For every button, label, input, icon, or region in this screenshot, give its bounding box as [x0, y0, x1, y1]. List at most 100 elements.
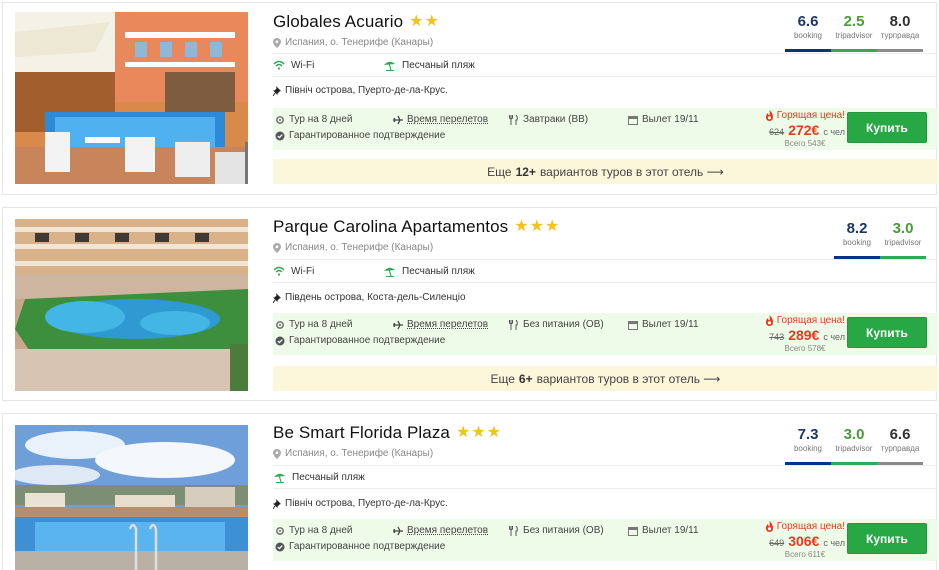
hotel-title-row: Be Smart Florida Plaza ★ ★ ★: [273, 423, 501, 443]
check-circle-icon: [275, 336, 285, 345]
hotel-title-row: Parque Carolina Apartamentos ★ ★ ★: [273, 217, 559, 237]
hotel-name[interactable]: Parque Carolina Apartamentos: [273, 217, 508, 237]
flight-times[interactable]: Время перелетов: [393, 114, 488, 125]
region-text: Північ острова, Пуерто-де-ла-Крус.: [285, 498, 448, 509]
hotel-card: Be Smart Florida Plaza ★ ★ ★ Испания, о.…: [2, 413, 938, 570]
beach-umbrella-icon: [274, 473, 285, 483]
star-icon: ★: [471, 424, 486, 441]
ratings: 8.2 booking 3.0 tripadvisor: [834, 219, 926, 259]
rating-booking[interactable]: 8.2 booking: [834, 219, 880, 259]
rating-source: турправда: [880, 444, 920, 453]
buy-button[interactable]: Купить: [847, 523, 927, 554]
hot-price-text: Горящая цена!: [776, 110, 845, 121]
tour-offer: Тур на 8 дней Время перелетов Без питани…: [273, 519, 938, 561]
guarantee: Гарантированное подтверждение: [275, 335, 445, 346]
hotel-name[interactable]: Globales Acuario: [273, 12, 403, 32]
guarantee-text: Гарантированное подтверждение: [289, 335, 446, 346]
more-suffix: вариантов туров в этот отель ⟶: [539, 164, 724, 179]
new-price: 289€: [788, 327, 820, 343]
price-box: Горящая цена! 624 272€ с чел Всего 543€: [755, 110, 845, 148]
flight-times[interactable]: Время перелетов: [393, 525, 488, 536]
location-text: Испания, о. Тенерифе (Канары): [285, 37, 434, 48]
cutlery-icon: [509, 114, 518, 125]
cutlery-icon: [509, 319, 518, 330]
old-price: 624: [769, 127, 785, 137]
more-count: 6+: [518, 371, 533, 386]
cutlery-icon: [509, 525, 518, 536]
calendar-icon: [628, 526, 638, 536]
flame-icon: [765, 315, 773, 326]
buy-button[interactable]: Купить: [847, 112, 927, 143]
rating-score: 8.2: [846, 220, 868, 237]
tour-duration: Тур на 8 дней: [275, 319, 352, 330]
beach-umbrella-icon: [384, 61, 395, 71]
rating-turpravda[interactable]: 6.6 турправда: [877, 425, 923, 465]
flight-times-link[interactable]: Время перелетов: [407, 114, 488, 125]
more-suffix: вариантов туров в этот отель ⟶: [536, 371, 721, 386]
old-price: 743: [769, 332, 785, 342]
amenity-wifi: Wi-Fi: [273, 266, 314, 277]
rating-tripadvisor[interactable]: 3.0 tripadvisor: [880, 219, 926, 259]
pushpin-icon: [273, 85, 281, 96]
amenity-wifi: Wi-Fi: [273, 60, 314, 71]
location-text: Испания, о. Тенерифе (Канары): [285, 242, 434, 253]
rating-turpravda[interactable]: 8.0 турправда: [877, 12, 923, 52]
rating-source: booking: [793, 444, 823, 453]
rating-booking[interactable]: 6.6 booking: [785, 12, 831, 52]
hotel-name[interactable]: Be Smart Florida Plaza: [273, 423, 450, 443]
beach-umbrella-icon: [384, 267, 395, 277]
departure-text: Вылет 19/11: [642, 319, 699, 330]
tour-duration: Тур на 8 дней: [275, 114, 352, 125]
buy-button[interactable]: Купить: [847, 317, 927, 348]
rating-score: 3.0: [892, 220, 914, 237]
pushpin-icon: [273, 498, 281, 509]
meal-plan: Завтраки (BB): [509, 114, 588, 125]
flight-times-link[interactable]: Время перелетов: [407, 525, 488, 536]
location-pin-icon: [273, 448, 281, 459]
hotel-region: Північ острова, Пуерто-де-ла-Крус.: [273, 85, 448, 96]
more-tours-link[interactable]: Еще 12+ вариантов туров в этот отель ⟶: [273, 159, 938, 184]
hot-price-label: Горящая цена!: [755, 521, 845, 532]
rating-tripadvisor[interactable]: 3.0 tripadvisor: [831, 425, 877, 465]
flight-times-link[interactable]: Время перелетов: [407, 319, 488, 330]
star-icon: ★: [486, 424, 502, 441]
rating-source: tripadvisor: [835, 444, 873, 453]
star-icon: ★: [424, 13, 439, 30]
hot-price-text: Горящая цена!: [776, 521, 845, 532]
wifi-icon: [273, 266, 285, 276]
more-tours-link[interactable]: Еще 6+ вариантов туров в этот отель ⟶: [273, 366, 938, 391]
guarantee-text: Гарантированное подтверждение: [289, 541, 446, 552]
rating-booking[interactable]: 7.3 booking: [785, 425, 831, 465]
ratings: 6.6 booking 2.5 tripadvisor 8.0 турправд…: [785, 12, 923, 52]
star-icon: ★: [544, 218, 560, 235]
meal-plan: Без питания (OB): [509, 319, 604, 330]
hot-price-label: Горящая цена!: [755, 315, 845, 326]
amenity-label: Песчаный пляж: [292, 471, 365, 483]
more-prefix: Еще: [490, 371, 515, 386]
meal-plan-text: Без питания (OB): [523, 525, 604, 536]
flame-icon: [765, 521, 773, 532]
hotel-photo[interactable]: [15, 12, 248, 184]
flight-times[interactable]: Время перелетов: [393, 319, 488, 330]
amenity-label: Wi-Fi: [291, 265, 315, 277]
hot-price-label: Горящая цена!: [755, 110, 845, 121]
hotel-photo[interactable]: [15, 219, 248, 391]
hotel-card: Parque Carolina Apartamentos ★ ★ ★ Испан…: [2, 207, 938, 401]
gear-icon: [276, 115, 284, 124]
rating-tripadvisor[interactable]: 2.5 tripadvisor: [831, 12, 877, 52]
amenities-row: Wi-Fi Песчаный пляж: [273, 53, 938, 77]
calendar-icon: [628, 115, 638, 125]
hotel-photo[interactable]: [15, 425, 248, 570]
plane-icon: [393, 115, 403, 124]
rating-source: booking: [842, 238, 872, 247]
price-line: 624 272€ с чел: [755, 122, 845, 138]
hotel-stars: ★ ★: [409, 14, 439, 30]
hotel-region: Південь острова, Коста-дель-Силенціо: [273, 292, 466, 303]
hotel-stars: ★ ★ ★: [514, 219, 559, 235]
hotel-location: Испания, о. Тенерифе (Канары): [273, 37, 433, 48]
hotel-location: Испания, о. Тенерифе (Канары): [273, 448, 433, 459]
hotel-region: Північ острова, Пуерто-де-ла-Крус.: [273, 498, 448, 509]
rating-source: tripadvisor: [835, 31, 873, 40]
departure-date: Вылет 19/11: [628, 114, 699, 125]
amenity-beach: Песчаный пляж: [273, 472, 365, 483]
